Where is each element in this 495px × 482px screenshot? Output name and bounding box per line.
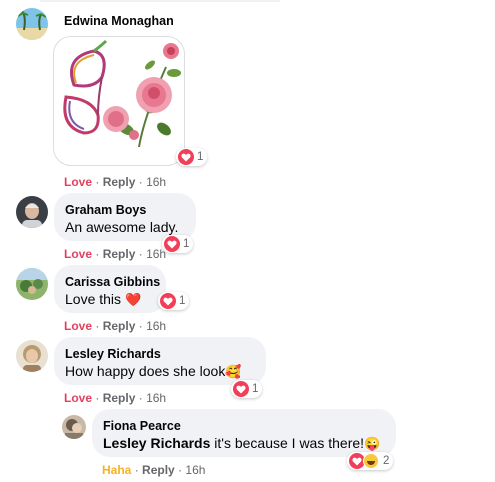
comment-actions: Love · Reply · 16h	[64, 319, 167, 333]
reply-link[interactable]: Reply	[103, 391, 136, 405]
comment-text: Lesley Richards it's because I was there…	[103, 435, 381, 451]
reaction-count: 2	[383, 455, 390, 467]
avatar[interactable]	[16, 340, 48, 372]
mention-link[interactable]: Lesley Richards	[103, 435, 210, 451]
love-link[interactable]: Love	[64, 319, 92, 333]
reaction-count-pill[interactable]: 1	[162, 235, 194, 253]
author-name[interactable]: Carissa Gibbins	[65, 275, 160, 289]
comment-actions: Love · Reply · 16h	[64, 247, 167, 261]
reaction-count: 1	[183, 238, 190, 250]
rose-butterfly-sticker	[63, 39, 181, 148]
author-name[interactable]: Lesley Richards	[65, 347, 161, 361]
avatar[interactable]	[16, 196, 48, 228]
timestamp[interactable]: 16h	[146, 175, 166, 189]
author-name[interactable]: Fiona Pearce	[103, 419, 181, 433]
top-divider	[40, 0, 280, 2]
comment-text: An awesome lady.	[65, 219, 179, 235]
heart-emoji: ❤️	[124, 292, 142, 307]
reaction-count-pill[interactable]: 2	[347, 452, 394, 470]
reaction-count-pill[interactable]: 1	[176, 148, 208, 166]
love-reaction-icon	[164, 236, 180, 252]
haha-reaction-icon	[363, 453, 379, 469]
reaction-count-pill[interactable]: 1	[231, 380, 263, 398]
comment-actions: Haha · Reply · 16h	[102, 463, 206, 477]
reaction-count: 1	[197, 151, 204, 163]
timestamp[interactable]: 16h	[146, 391, 166, 405]
timestamp[interactable]: 16h	[146, 247, 166, 261]
comment-text: How happy does she look🥰	[65, 363, 242, 379]
reaction-count: 1	[252, 383, 259, 395]
reply-link[interactable]: Reply	[103, 175, 136, 189]
sticker-attachment[interactable]	[53, 36, 185, 166]
avatar[interactable]	[16, 268, 48, 300]
timestamp[interactable]: 16h	[146, 319, 166, 333]
comment-text: Love this ❤️	[65, 291, 142, 307]
reply-link[interactable]: Reply	[142, 463, 175, 477]
love-reaction-icon	[233, 381, 249, 397]
love-reaction-icon	[160, 293, 176, 309]
haha-link[interactable]: Haha	[102, 463, 131, 477]
timestamp[interactable]: 16h	[185, 463, 205, 477]
comment-actions: Love · Reply · 16h	[64, 391, 167, 405]
author-name[interactable]: Edwina Monaghan	[64, 14, 174, 28]
love-link[interactable]: Love	[64, 247, 92, 261]
love-link[interactable]: Love	[64, 391, 92, 405]
reaction-count-pill[interactable]: 1	[158, 292, 190, 310]
reply-link[interactable]: Reply	[103, 319, 136, 333]
love-link[interactable]: Love	[64, 175, 92, 189]
avatar[interactable]	[62, 415, 86, 439]
winking-tongue-emoji: 😜	[364, 436, 381, 451]
reaction-count: 1	[179, 295, 186, 307]
author-name[interactable]: Graham Boys	[65, 203, 146, 217]
comment-actions: Love · Reply · 16h	[64, 175, 167, 189]
love-reaction-icon	[178, 149, 194, 165]
avatar[interactable]	[16, 8, 48, 40]
smiling-hearts-emoji: 🥰	[225, 364, 242, 379]
reply-link[interactable]: Reply	[103, 247, 136, 261]
